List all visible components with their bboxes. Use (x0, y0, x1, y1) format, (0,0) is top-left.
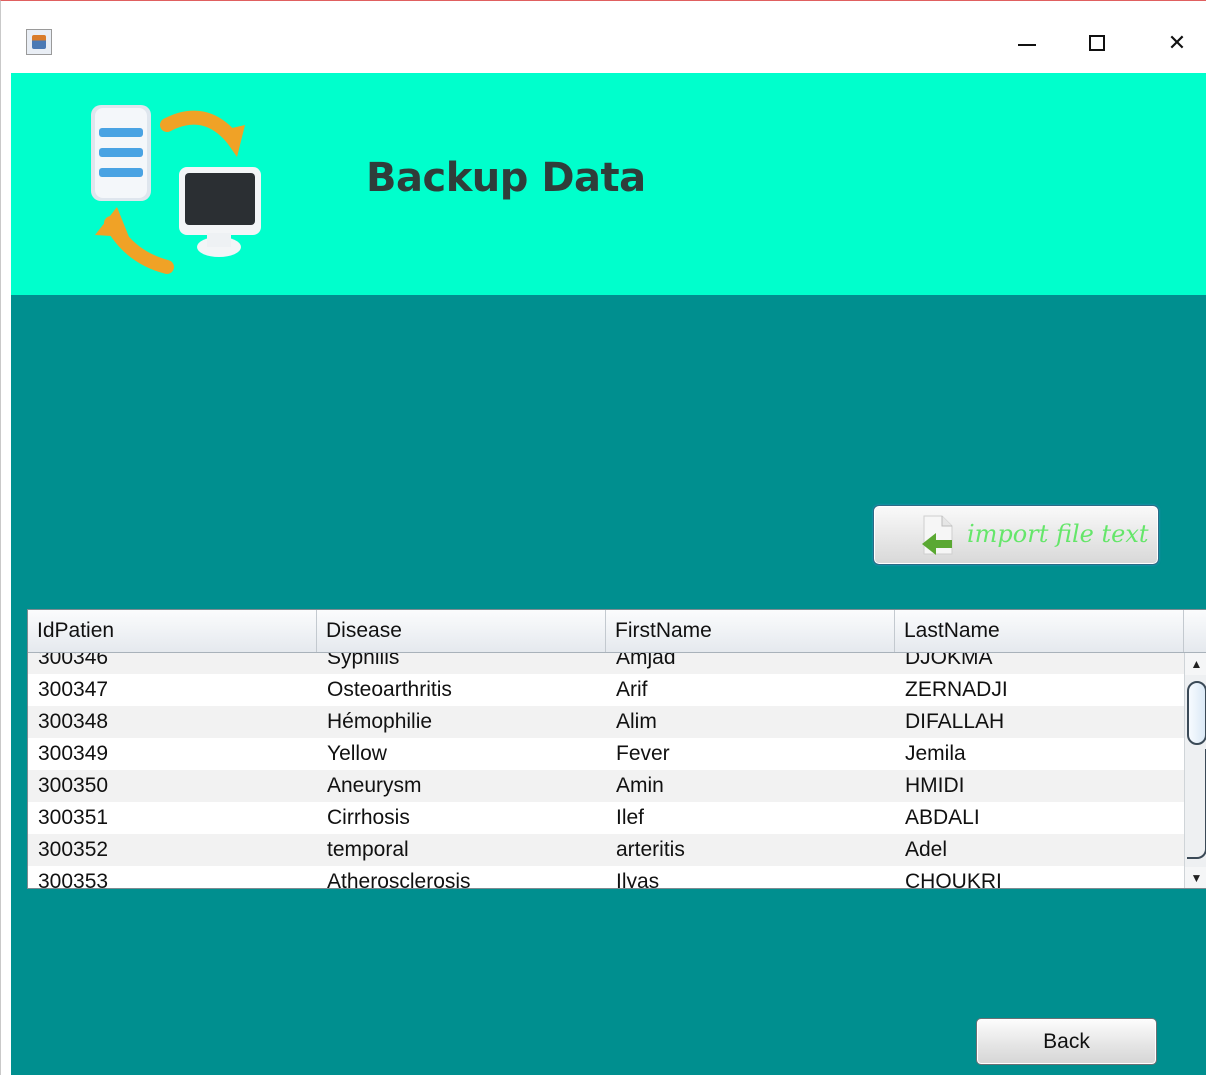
cell-lastname: CHOUKRI (905, 870, 1002, 889)
back-button[interactable]: Back (976, 1018, 1157, 1065)
cell-disease: Hémophilie (327, 710, 433, 733)
cell-firstname: Amjad (616, 653, 676, 669)
cell-lastname: Jemila (905, 742, 966, 765)
cell-idpatien: 300347 (38, 678, 109, 701)
cell-idpatien: 300351 (38, 806, 109, 829)
cell-idpatien: 300353 (38, 870, 109, 889)
cell-firstname: arteritis (616, 838, 685, 861)
close-icon: ✕ (1167, 30, 1187, 56)
table-rows: 300346 Syphilis Amjad DJOKMA 300347 Oste… (28, 653, 1184, 889)
cell-lastname: ZERNADJI (905, 678, 1008, 701)
backup-sync-icon (91, 105, 261, 274)
maximize-icon (1089, 35, 1105, 51)
scroll-up-arrow-icon[interactable]: ▲ (1185, 653, 1206, 675)
title-bar[interactable]: ✕ (1, 1, 1206, 73)
app-window: ✕ Backup Data import file text IdPatien … (0, 0, 1206, 1075)
cell-disease: temporal (327, 838, 409, 861)
import-file-label: import file text (967, 520, 1149, 548)
cell-lastname: ABDALI (905, 806, 980, 829)
table-row[interactable]: 300347 Osteoarthritis Arif ZERNADJI (28, 674, 1184, 706)
cell-idpatien: 300349 (38, 742, 109, 765)
cell-idpatien: 300352 (38, 838, 109, 861)
close-button[interactable]: ✕ (1157, 23, 1197, 63)
cell-firstname: Fever (616, 742, 670, 765)
table-body: 300346 Syphilis Amjad DJOKMA 300347 Oste… (28, 653, 1184, 889)
table-row[interactable]: 300353 Atherosclerosis Ilyas CHOUKRI (28, 866, 1184, 889)
cell-disease: Yellow (327, 742, 387, 765)
maximize-button[interactable] (1077, 23, 1117, 63)
cell-idpatien: 300346 (38, 653, 109, 669)
cell-disease: Atherosclerosis (327, 870, 471, 889)
column-header-lastname[interactable]: LastName (895, 610, 1184, 652)
header-banner: Backup Data (11, 73, 1206, 295)
table-row[interactable]: 300351 Cirrhosis Ilef ABDALI (28, 802, 1184, 834)
table-row[interactable]: 300348 Hémophilie Alim DIFALLAH (28, 706, 1184, 738)
minimize-icon (1018, 44, 1036, 46)
cell-disease: Syphilis (327, 653, 400, 669)
cell-firstname: Amin (616, 774, 664, 797)
table-row[interactable]: 300350 Aneurysm Amin HMIDI (28, 770, 1184, 802)
page-title: Backup Data (366, 155, 646, 201)
cell-firstname: Ilyas (616, 870, 660, 889)
minimize-button[interactable] (1007, 23, 1047, 63)
column-header-firstname[interactable]: FirstName (606, 610, 895, 652)
column-header-disease[interactable]: Disease (317, 610, 606, 652)
import-file-button[interactable]: import file text (873, 505, 1159, 565)
java-icon (26, 29, 52, 55)
scroll-down-arrow-icon[interactable]: ▼ (1185, 867, 1206, 888)
table-header: IdPatien Disease FirstName LastName (28, 610, 1206, 653)
header-corner (1184, 610, 1206, 652)
cell-firstname: Arif (616, 678, 648, 701)
cell-firstname: Alim (616, 710, 657, 733)
cell-disease: Osteoarthritis (327, 678, 452, 701)
cell-lastname: DIFALLAH (905, 710, 1005, 733)
cell-disease: Cirrhosis (327, 806, 410, 829)
cell-firstname: Ilef (616, 806, 645, 829)
cell-lastname: Adel (905, 838, 948, 861)
scrollbar-thumb[interactable] (1187, 681, 1206, 745)
import-file-icon (922, 515, 953, 555)
scrollbar-track[interactable] (1187, 749, 1206, 859)
cell-lastname: DJOKMA (905, 653, 993, 669)
table-row[interactable]: 300349 Yellow Fever Jemila (28, 738, 1184, 770)
table-row[interactable]: 300352 temporal arteritis Adel (28, 834, 1184, 866)
cell-lastname: HMIDI (905, 774, 965, 797)
table-row[interactable]: 300346 Syphilis Amjad DJOKMA (28, 653, 1184, 674)
vertical-scrollbar[interactable]: ▲ ▼ (1184, 653, 1206, 888)
patients-table[interactable]: IdPatien Disease FirstName LastName 3003… (27, 609, 1206, 889)
cell-idpatien: 300348 (38, 710, 109, 733)
cell-disease: Aneurysm (327, 774, 422, 797)
cell-idpatien: 300350 (38, 774, 109, 797)
column-header-idpatien[interactable]: IdPatien (28, 610, 317, 652)
